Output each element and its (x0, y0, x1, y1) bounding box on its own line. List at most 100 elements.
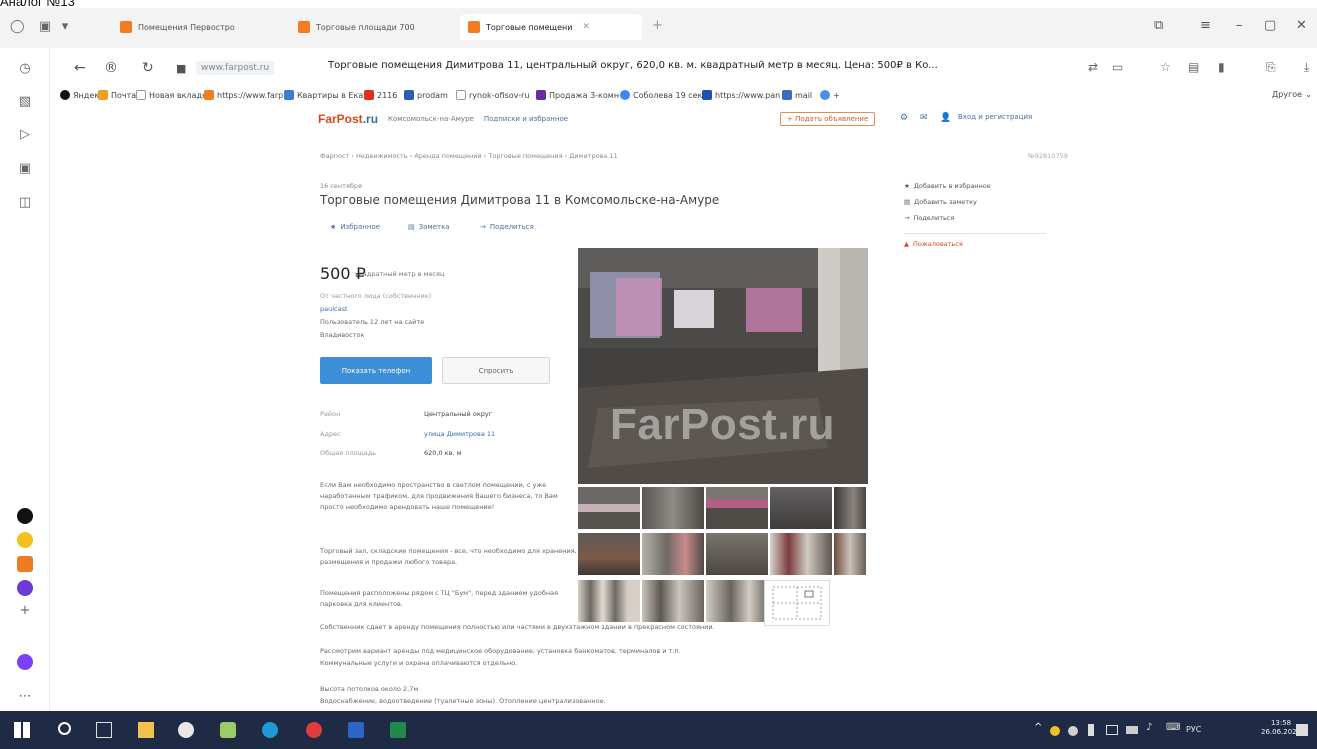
tabs-overview-icon[interactable]: ▣ (38, 20, 52, 34)
bookmark-soboleva[interactable]: Соболева 19 сек (620, 90, 702, 100)
thumbnail-1[interactable] (578, 487, 640, 529)
login-link[interactable]: Вход и регистрация (958, 113, 1032, 121)
close-window-icon[interactable]: ✕ (1296, 18, 1307, 33)
assistant-icon[interactable] (17, 654, 33, 670)
more-icon[interactable]: ⋯ (18, 690, 32, 704)
yandex-market-icon[interactable] (17, 532, 33, 548)
post-ad-button[interactable]: + Подать объявление (780, 112, 876, 126)
screenshot-icon[interactable]: ◫ (18, 196, 32, 210)
share-action[interactable]: → Поделиться (480, 223, 534, 231)
app-icon[interactable] (17, 508, 33, 524)
settings-icon[interactable]: ⚙ (900, 113, 908, 123)
url-domain[interactable]: www.farpost.ru (196, 61, 275, 75)
reload-icon[interactable]: ↻ (142, 60, 154, 76)
favorite-action[interactable]: ★ Избранное (330, 223, 380, 231)
mail-app-icon[interactable] (17, 556, 33, 572)
bookmark-prodazha[interactable]: Продажа 3-комн (536, 90, 619, 100)
file-explorer-icon[interactable] (138, 722, 154, 738)
breadcrumb[interactable]: Фарпост › Недвижимость › Аренда помещени… (320, 152, 618, 160)
notifications-icon[interactable] (1296, 724, 1308, 736)
app-taskbar-icon[interactable] (220, 722, 236, 738)
sidebar-complain[interactable]: ▲ Пожаловаться (904, 240, 963, 248)
sidebar-share[interactable]: → Поделиться (904, 214, 954, 222)
bookmark-new-tab[interactable]: Новая вкладка (136, 90, 212, 100)
note-action[interactable]: ▤ Заметка (408, 223, 450, 231)
bookmark-kvartiry[interactable]: Квартиры в Екат (284, 90, 368, 100)
bookmark-mail-ru[interactable]: mail (782, 90, 812, 100)
map-thumbnail[interactable] (764, 580, 830, 626)
download-icon[interactable]: ⤓ (1304, 60, 1309, 75)
maximize-icon[interactable]: ▢ (1264, 18, 1276, 33)
thumbnail-4[interactable] (770, 487, 832, 529)
tray-up-icon[interactable]: ^ (1034, 722, 1050, 738)
add-icon[interactable]: + (18, 604, 32, 618)
bookmark-icon[interactable]: ☆ (1160, 60, 1171, 74)
bookmark-2116[interactable]: 2116 (364, 90, 397, 100)
volume-icon[interactable]: ♪ (1146, 722, 1162, 738)
tray-app-icon[interactable] (1068, 726, 1078, 736)
ask-button[interactable]: Спросить (442, 357, 550, 384)
thumbnail-7[interactable] (642, 533, 704, 575)
browser-menu-icon[interactable]: ◯ (10, 20, 25, 34)
keyboard-icon[interactable]: ⌨ (1166, 722, 1182, 738)
bookmark-mail[interactable]: Почта (98, 90, 136, 100)
downloads-icon[interactable]: ▣ (18, 162, 32, 176)
excel-icon[interactable] (390, 722, 406, 738)
pin-icon[interactable]: ▮ (1218, 60, 1225, 74)
tray-display-icon[interactable] (1126, 726, 1138, 734)
close-tab-icon[interactable]: ✕ (582, 22, 590, 32)
user-icon[interactable]: 👤 (940, 113, 951, 123)
bookmark-yandex[interactable]: Яндекс (60, 90, 103, 100)
language-indicator[interactable]: РУС (1186, 725, 1201, 734)
sidebar-add-favorite[interactable]: ★ Добавить в избранное (904, 182, 991, 190)
start-icon[interactable] (14, 722, 30, 738)
history-icon[interactable]: ◷ (18, 62, 32, 76)
minimize-icon[interactable]: – (1236, 18, 1243, 33)
owner-name-link[interactable]: paulcast (320, 305, 348, 313)
search-icon[interactable] (58, 722, 71, 735)
show-phone-button[interactable]: Показать телефон (320, 357, 432, 384)
play-icon[interactable]: ▷ (18, 128, 32, 142)
yandex-browser-icon[interactable] (306, 722, 322, 738)
city-selector[interactable]: Комсомольск-на-Амуре (388, 115, 474, 123)
tray-network-icon[interactable] (1106, 725, 1118, 735)
thumbnail-11[interactable] (578, 580, 640, 622)
browser-taskbar-icon[interactable] (178, 722, 194, 738)
thumbnail-6[interactable] (578, 533, 640, 575)
favorites-link[interactable]: Подписки и избранное (484, 115, 568, 123)
tab-2[interactable]: Торговые площади 700 (290, 14, 458, 40)
collections-icon[interactable]: ▧ (18, 95, 32, 109)
extensions-icon[interactable]: ▤ (1188, 60, 1199, 74)
edge-icon[interactable] (262, 722, 278, 738)
prop-value-address[interactable]: улица Димитрова 11 (424, 430, 495, 438)
bookmark-other[interactable]: Другое ⌄ (1272, 90, 1312, 99)
alice-icon[interactable] (17, 580, 33, 596)
new-tab-button[interactable]: + (652, 18, 663, 33)
task-view-icon[interactable] (96, 722, 112, 738)
sidebar-add-note[interactable]: ▤ Добавить заметку (904, 198, 977, 206)
tab-3[interactable]: Торговые помещени ✕ (460, 14, 642, 40)
page-heading[interactable]: Торговые помещения Димитрова 11, централ… (328, 60, 1063, 71)
messages-icon[interactable]: ✉ (920, 113, 928, 123)
bookmark-farpost[interactable]: https://www.farp (204, 90, 283, 100)
reader-mode-icon[interactable]: ▭ (1112, 60, 1123, 74)
farpost-logo[interactable]: FarPost.ru (318, 112, 378, 126)
thumbnail-8[interactable] (706, 533, 768, 575)
tray-battery-icon[interactable] (1088, 724, 1094, 736)
thumbnail-12[interactable] (642, 580, 704, 622)
bookmark-pan[interactable]: https://www.pan (702, 90, 780, 100)
word-icon[interactable] (348, 722, 364, 738)
bookmark-prodam[interactable]: prodam (404, 90, 448, 100)
menu-icon[interactable]: ≡ (1200, 18, 1211, 33)
collections-icon[interactable]: ⧉ (1154, 18, 1163, 33)
thumbnail-5[interactable] (834, 487, 866, 529)
translate-icon[interactable]: ⇄ (1088, 60, 1098, 74)
thumbnail-3[interactable] (706, 487, 768, 529)
tray-app-icon[interactable] (1050, 726, 1060, 736)
back-icon[interactable]: ← (74, 60, 86, 76)
bookmark-rynok[interactable]: rynok-ofisov-ru (456, 90, 529, 100)
thumbnail-13[interactable] (706, 580, 768, 622)
tab-list-icon[interactable]: ▾ (58, 20, 72, 34)
reader-icon[interactable]: ® (104, 60, 118, 76)
tab-1[interactable]: Помещения Первостро (112, 14, 287, 40)
